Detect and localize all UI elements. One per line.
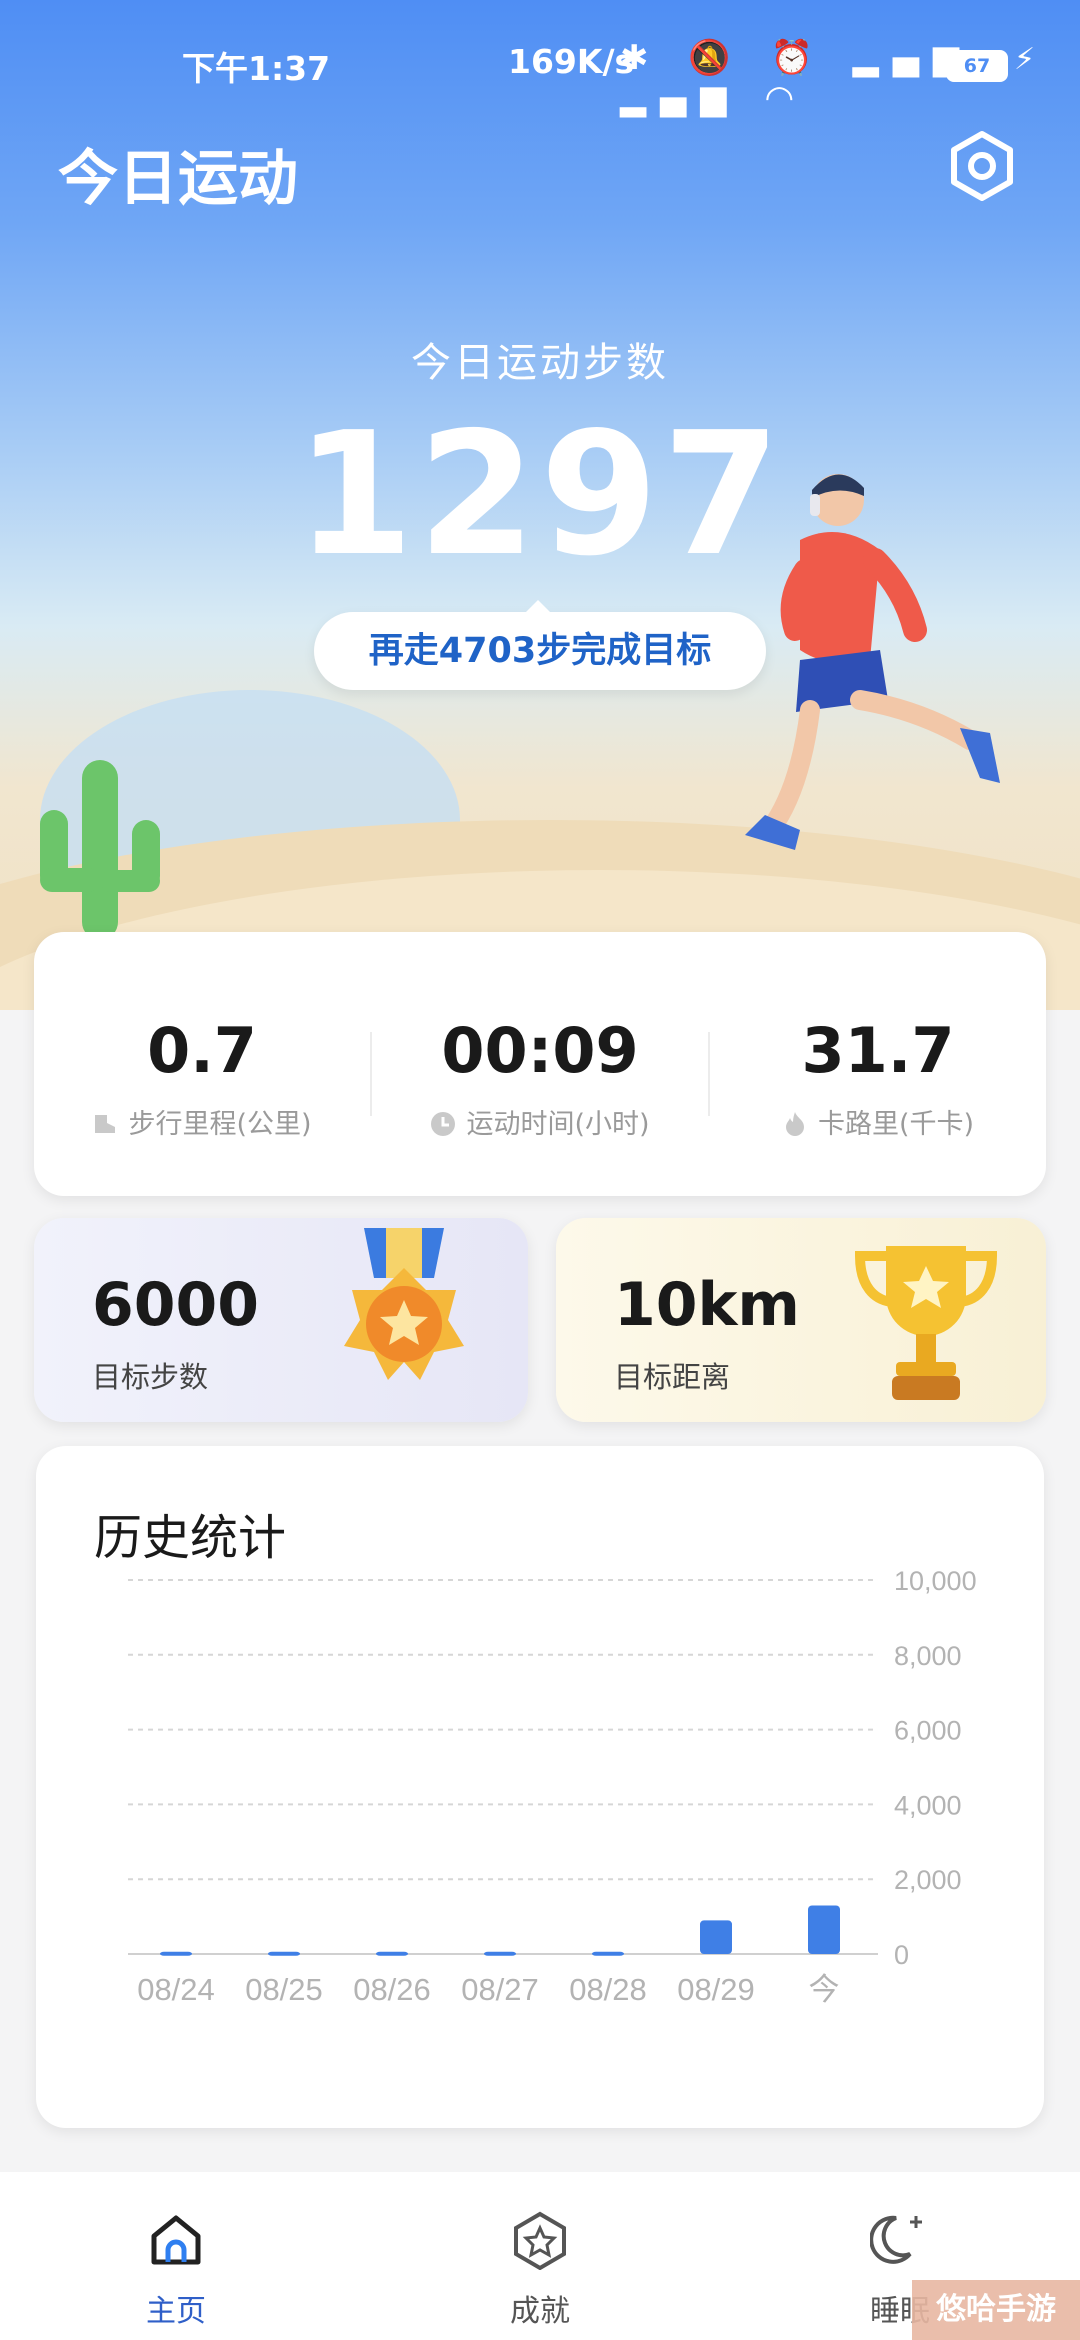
target-distance-card[interactable]: 10km 目标距离 <box>556 1218 1046 1422</box>
y-tick-label: 2,000 <box>894 1865 962 1895</box>
target-steps-card[interactable]: 6000 目标步数 <box>34 1218 528 1422</box>
calories-label: 卡路里(千卡) <box>817 1109 975 1140</box>
x-tick-label: 08/25 <box>245 1972 323 2007</box>
x-tick-label: 08/24 <box>137 1972 215 2007</box>
medal-icon <box>344 1228 464 1380</box>
status-icons: ✱ 🔕 ⏰ ▂▄▆ ▂▄▆ ◠ <box>620 38 974 118</box>
chart-bar <box>160 1951 192 1956</box>
fire-icon <box>785 1112 804 1136</box>
y-tick-label: 8,000 <box>894 1641 962 1671</box>
distance-label: 步行里程(公里) <box>128 1109 312 1140</box>
tab-home-label: 主页 <box>146 2294 206 2329</box>
trophy-icon <box>854 1246 998 1400</box>
calories-value: 31.7 <box>801 1014 955 1087</box>
status-time: 下午1:37 <box>182 49 331 88</box>
history-bar-chart: 10,000 8,000 6,000 4,000 2,000 0 08/24 08/25 08/… <box>128 1566 977 2007</box>
stat-distance: 0.7 步行里程(公里) <box>34 932 370 1196</box>
tab-achievement[interactable]: 成就 <box>420 2172 660 2340</box>
time-value: 00:09 <box>441 1014 639 1087</box>
network-speed: 169K/s <box>508 42 635 81</box>
battery-icon: 67 <box>946 50 1008 82</box>
charging-icon: ⚡ <box>1014 42 1036 77</box>
stat-time: 00:09 运动时间(小时) <box>372 932 708 1196</box>
achievement-icon <box>514 2211 566 2270</box>
home-icon <box>151 2215 201 2265</box>
target-steps-value: 6000 <box>92 1270 259 1340</box>
stat-calories: 31.7 卡路里(千卡) <box>710 932 1046 1196</box>
target-distance-value: 10km <box>614 1270 800 1340</box>
clock-icon <box>431 1112 456 1136</box>
x-tick-label: 08/27 <box>461 1972 539 2007</box>
tab-home[interactable]: 主页 <box>56 2172 296 2340</box>
shoe-icon <box>95 1115 116 1133</box>
target-steps-label: 目标步数 <box>92 1360 209 1394</box>
x-tick-label: 今 <box>809 1972 840 2007</box>
chart-bar <box>376 1951 408 1956</box>
y-tick-label: 10,000 <box>894 1566 977 1596</box>
y-tick-label: 4,000 <box>894 1790 962 1820</box>
steps-label: 今日运动步数 <box>411 340 669 386</box>
settings-icon[interactable] <box>944 128 1020 204</box>
tab-achievement-label: 成就 <box>510 2294 570 2329</box>
page-title: 今日运动 <box>58 144 298 214</box>
chart-bar <box>484 1951 516 1956</box>
steps-count: 1297 <box>295 396 785 594</box>
chart-bar <box>268 1951 300 1956</box>
y-tick-label: 6,000 <box>894 1716 962 1746</box>
chart-bar <box>592 1951 624 1956</box>
chart-bar <box>808 1905 840 1954</box>
cactus-illustration <box>40 760 160 940</box>
y-tick-label: 0 <box>894 1940 909 1970</box>
status-bar: 下午1:37 169K/s ✱ 🔕 ⏰ ▂▄▆ ▂▄▆ ◠ 67 ⚡ <box>0 0 1080 120</box>
remaining-steps-pill: 再走4703步完成目标 <box>314 600 766 690</box>
x-tick-label: 08/29 <box>677 1972 755 2007</box>
history-card: 历史统计 10,000 8,000 6,000 4,000 2,000 0 08/24 08/… <box>36 1446 1044 2128</box>
chart-bar <box>700 1920 732 1954</box>
x-tick-label: 08/26 <box>353 1972 431 2007</box>
x-tick-label: 08/28 <box>569 1972 647 2007</box>
watermark-logo: 悠哈手游 <box>912 2280 1080 2340</box>
time-label: 运动时间(小时) <box>466 1109 650 1140</box>
distance-value: 0.7 <box>147 1014 257 1087</box>
stats-card: 0.7 步行里程(公里) 00:09 运动时间(小时) 31.7 卡路里(千卡) <box>34 932 1046 1196</box>
moon-icon <box>870 2215 922 2264</box>
target-distance-label: 目标距离 <box>614 1360 731 1394</box>
